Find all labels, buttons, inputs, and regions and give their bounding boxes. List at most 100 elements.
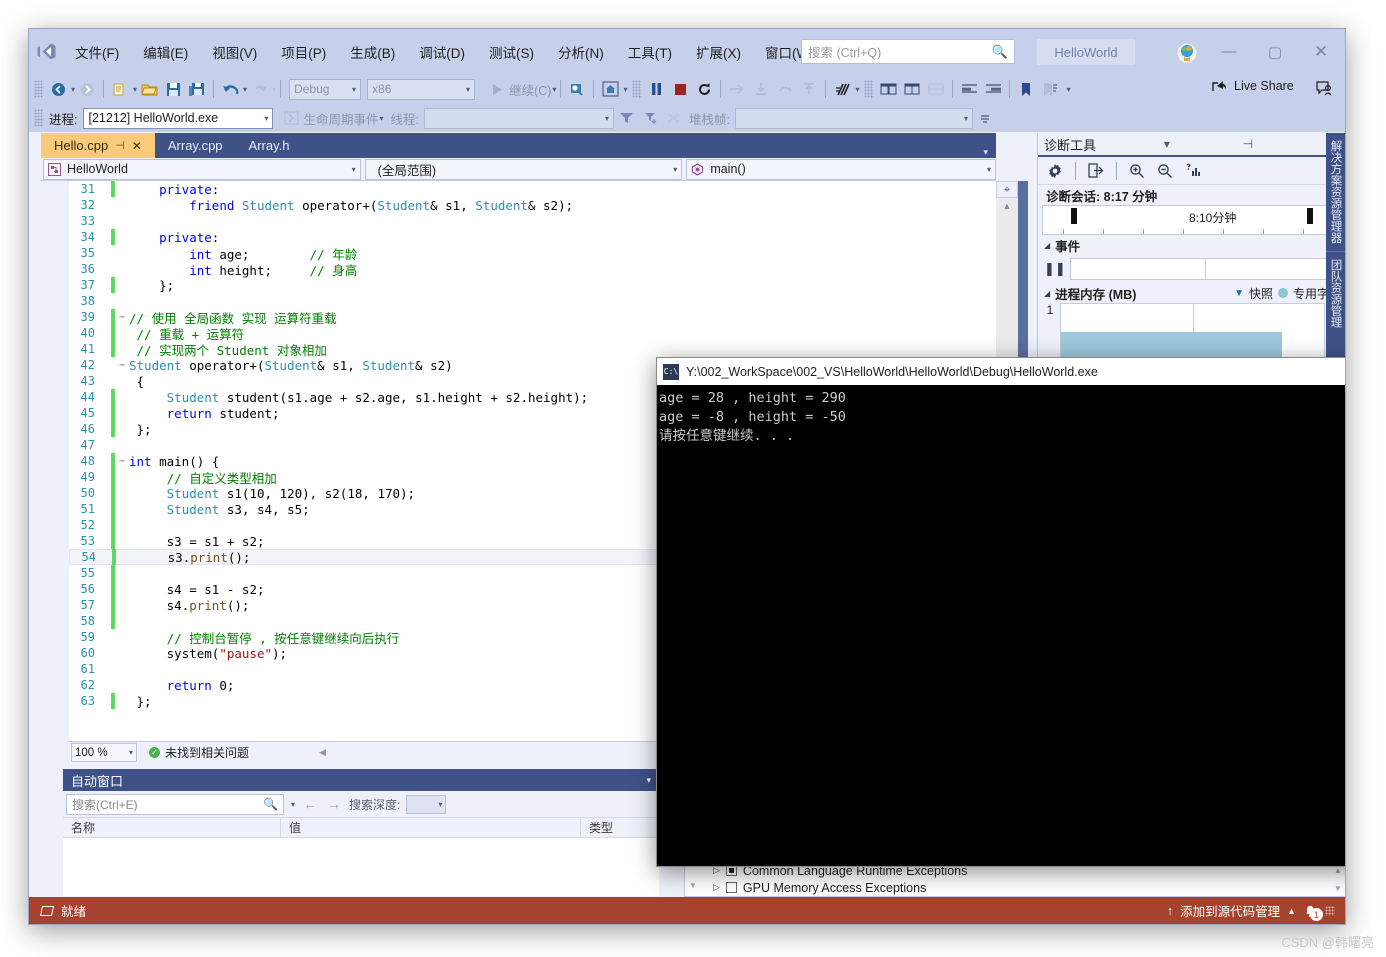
gear-icon[interactable] (1043, 160, 1067, 182)
fold-toggle-icon[interactable]: − (115, 456, 129, 467)
exceptions-collapse-arrow-icon[interactable]: ▼ (686, 878, 700, 892)
decrease-indent-button[interactable] (957, 77, 981, 101)
increase-indent-button[interactable] (981, 77, 1005, 101)
lifecycle-caret-icon[interactable]: ▾ (380, 114, 384, 123)
tab-array-h[interactable]: Array.h (236, 133, 303, 158)
autos-rows[interactable] (63, 838, 659, 896)
pin-icon[interactable]: ⊣ (1238, 137, 1258, 151)
export-icon[interactable] (1084, 160, 1108, 182)
home-breakpoint-button[interactable] (598, 77, 622, 101)
fold-toggle-icon[interactable]: − (115, 360, 129, 371)
bookmark-button[interactable] (1014, 77, 1038, 101)
continue-caret-icon[interactable]: ▾ (552, 85, 556, 94)
break-all-button[interactable] (644, 77, 668, 101)
editor-split-handle[interactable]: ⌖ (996, 181, 1018, 198)
diagnostic-timeline-ruler[interactable]: 8:10分钟 (1042, 205, 1343, 235)
code-line[interactable]: 31 private: (69, 181, 996, 197)
scroll-up-arrow-icon[interactable]: ▲ (996, 198, 1018, 214)
save-all-button[interactable] (185, 77, 209, 101)
autos-next-arrow-icon[interactable]: → (325, 796, 343, 812)
code-line[interactable]: 37 }; (69, 277, 996, 293)
toolbar-grip[interactable] (34, 80, 43, 98)
quick-launch-search[interactable]: 搜索 (Ctrl+Q) 🔍 (801, 39, 1015, 64)
menu-item-edit[interactable]: 编辑(E) (132, 38, 199, 66)
chart-help-icon[interactable] (1181, 160, 1205, 182)
menu-item-view[interactable]: 视图(V) (201, 38, 268, 66)
pin-icon[interactable]: ⊣ (115, 139, 125, 152)
vtab-team-explorer[interactable]: 团队资源管理 (1325, 250, 1345, 335)
menu-item-file[interactable]: 文件(F) (64, 38, 130, 66)
code-line[interactable]: 41 // 实现两个 Student 对象相加 (69, 341, 996, 358)
editor-status-prev-icon[interactable]: ◀ (319, 747, 326, 758)
tab-array-cpp[interactable]: Array.cpp (155, 133, 236, 158)
source-control-up-arrow-icon[interactable]: ↑ (1167, 904, 1173, 918)
open-file-button[interactable] (137, 77, 161, 101)
expand-triangle-icon[interactable]: ▷ (713, 882, 720, 893)
compare-windows-button[interactable] (876, 77, 900, 101)
stop-debugging-button[interactable] (668, 77, 692, 101)
toolbar-grip[interactable] (864, 80, 874, 98)
zoom-in-icon[interactable] (1125, 160, 1149, 182)
exception-row[interactable]: ▷ GPU Memory Access Exceptions (685, 879, 1345, 896)
notifications-bell-icon[interactable]: 1 (1303, 903, 1323, 921)
close-icon[interactable]: ✕ (132, 139, 142, 153)
window-close-button[interactable]: ✕ (1298, 29, 1344, 74)
filter-threads-icon[interactable] (638, 106, 662, 130)
solution-configuration-dropdown[interactable]: Debug ▾ (289, 78, 362, 100)
events-section-header[interactable]: ◢ 事件 (1038, 235, 1345, 255)
autos-search-caret-icon[interactable]: ▾ (291, 800, 295, 809)
search-depth-stepper[interactable]: ▾ (406, 794, 447, 814)
scroll-down-arrow-icon[interactable]: ▼ (1331, 881, 1345, 895)
new-item-button[interactable] (108, 77, 132, 101)
home-caret-icon[interactable]: ▾ (623, 85, 627, 94)
menu-item-test[interactable]: 测试(S) (478, 38, 545, 66)
tile-windows-button[interactable] (900, 77, 924, 101)
console-window[interactable]: C:\ Y:\002_WorkSpace\002_VS\HelloWorld\H… (656, 357, 1345, 867)
exception-checkbox[interactable] (725, 882, 737, 893)
live-share-icon[interactable] (1212, 78, 1228, 93)
live-share-label[interactable]: Live Share (1234, 79, 1294, 93)
save-button[interactable] (161, 77, 185, 101)
memory-section-header[interactable]: ◢ 进程内存 (MB) ▼ 快照 专用字节 (1038, 283, 1345, 303)
editor-zoom-dropdown[interactable]: 100 % ▾ (71, 743, 137, 762)
menu-item-debug[interactable]: 调试(D) (408, 38, 476, 66)
autos-prev-arrow-icon[interactable]: ← (301, 796, 319, 812)
menu-item-extensions[interactable]: 扩展(X) (685, 38, 752, 66)
window-menu-caret-icon[interactable]: ▾ (1159, 137, 1175, 151)
menu-item-build[interactable]: 生成(B) (339, 38, 406, 66)
code-line[interactable]: 33 (69, 213, 996, 229)
events-track[interactable] (1070, 258, 1341, 280)
resize-grip-icon[interactable] (1325, 905, 1335, 916)
continue-label[interactable]: 继续(C) (509, 80, 551, 99)
navigate-forward-button[interactable] (75, 77, 99, 101)
source-control-label[interactable]: 添加到源代码管理 (1180, 901, 1280, 920)
process-dropdown[interactable]: [21212] HelloWorld.exe ▾ (83, 107, 274, 129)
thread-dropdown[interactable]: ▾ (424, 107, 614, 129)
window-minimize-button[interactable]: — (1206, 29, 1252, 74)
toolbar-grip[interactable] (632, 80, 642, 98)
autos-column-value[interactable]: 值 (281, 817, 581, 838)
lifecycle-events-label[interactable]: 生命周期事件 (303, 109, 378, 128)
toolbar-options-icon[interactable] (973, 106, 997, 130)
autos-window-menu-icon[interactable]: ▾ (646, 775, 651, 786)
vtab-solution-explorer[interactable]: 解决方案资源管理器 (1326, 133, 1346, 251)
menu-item-project[interactable]: 项目(P) (270, 38, 337, 66)
memory-plot-area[interactable] (1060, 303, 1325, 361)
menu-item-analyze[interactable]: 分析(N) (547, 38, 615, 66)
toolbar-grip[interactable] (34, 109, 43, 127)
timeline-end-marker[interactable] (1307, 208, 1313, 224)
redo-button[interactable] (247, 77, 271, 101)
filter-icon[interactable] (614, 106, 638, 130)
toggle-bookmark-button[interactable] (1038, 77, 1062, 101)
fold-toggle-icon[interactable]: − (115, 312, 129, 323)
timeline-start-marker[interactable] (1071, 208, 1077, 224)
code-line[interactable]: 32 friend Student operator+(Student& s1,… (69, 197, 996, 213)
tab-overflow-caret-icon[interactable]: ▾ (983, 147, 996, 158)
restart-debugging-button[interactable] (692, 77, 716, 101)
undo-button[interactable] (218, 77, 242, 101)
menu-item-tools[interactable]: 工具(T) (617, 38, 683, 66)
source-control-caret-icon[interactable]: ▲ (1287, 906, 1296, 916)
attach-to-process-button[interactable] (565, 77, 589, 101)
stackframe-dropdown[interactable]: ▾ (734, 107, 973, 129)
toolbar-overflow-caret-icon[interactable]: ▾ (1066, 85, 1070, 94)
